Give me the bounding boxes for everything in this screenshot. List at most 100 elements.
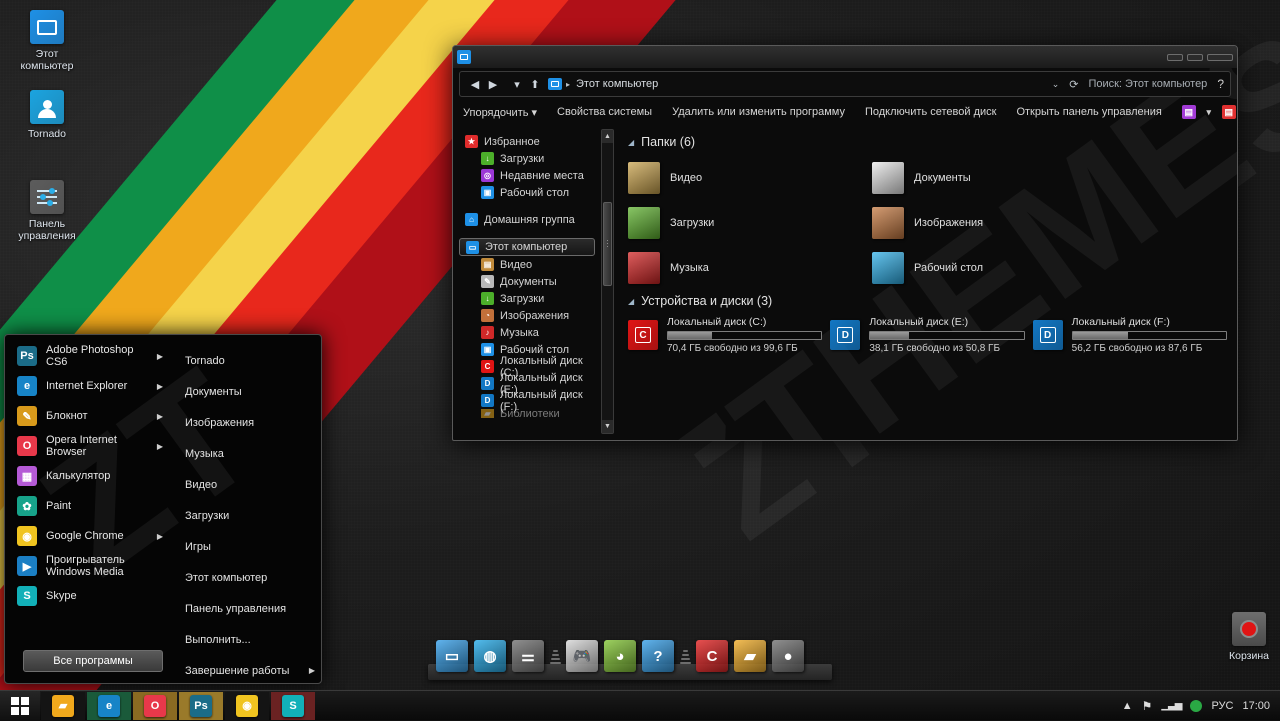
- start-menu-program-2[interactable]: ✎Блокнот▶: [5, 401, 171, 431]
- desktop-icon-user[interactable]: Tornado: [8, 90, 86, 140]
- start-menu-program-3[interactable]: OOpera Internet Browser▶: [5, 431, 171, 461]
- drive-item-1[interactable]: DЛокальный диск (E:)38,1 ГБ свободно из …: [830, 314, 1024, 354]
- start-menu-programs-list[interactable]: PsAdobe Photoshop CS6▶eInternet Explorer…: [5, 341, 171, 611]
- drive-list[interactable]: CЛокальный диск (C:)70,4 ГБ свободно из …: [628, 314, 1227, 354]
- chevron-down-icon[interactable]: ▾: [1202, 105, 1216, 119]
- start-menu-place-3[interactable]: Музыка: [181, 438, 322, 469]
- scroll-up-button[interactable]: ▲: [602, 130, 613, 143]
- start-menu-program-7[interactable]: ▶ПроигрывательWindows Media: [5, 551, 171, 581]
- start-menu-place-1[interactable]: Документы: [181, 376, 322, 407]
- navigation-pane-scrollbar[interactable]: ▲ ▼: [601, 129, 614, 434]
- dock-help-icon[interactable]: ?: [642, 640, 674, 672]
- start-menu-place-9[interactable]: Выполнить...: [181, 624, 322, 655]
- start-menu-place-0[interactable]: Tornado: [181, 345, 322, 376]
- drive-item-2[interactable]: DЛокальный диск (F:)56,2 ГБ свободно из …: [1033, 314, 1227, 354]
- start-menu-place-10[interactable]: Завершение работы▶: [181, 655, 322, 684]
- navigation-pane[interactable]: ★Избранное↓Загрузки◎Недавние места▣Рабоч…: [459, 129, 599, 434]
- maximize-button[interactable]: [1187, 54, 1203, 61]
- tree-node-16[interactable]: DЛокальный диск (F:): [459, 392, 599, 409]
- tree-node-9[interactable]: ✎Документы: [459, 273, 599, 290]
- start-menu-program-6[interactable]: ◉Google Chrome▶: [5, 521, 171, 551]
- start-button[interactable]: [0, 691, 40, 721]
- desktop-dock[interactable]: ▭◍⚌ 🎮◕? C▰●: [428, 633, 832, 680]
- drive-item-0[interactable]: CЛокальный диск (C:)70,4 ГБ свободно из …: [628, 314, 822, 354]
- tree-node-8[interactable]: ▤Видео: [459, 256, 599, 273]
- start-menu-place-2[interactable]: Изображения: [181, 407, 322, 438]
- folder-item-3[interactable]: Изображения: [872, 200, 1116, 245]
- tree-node-2[interactable]: ◎Недавние места: [459, 167, 599, 184]
- tree-node-1[interactable]: ↓Загрузки: [459, 150, 599, 167]
- up-button[interactable]: ⬆: [526, 78, 544, 91]
- preview-pane-icon[interactable]: ▤: [1222, 105, 1236, 119]
- tree-node-3[interactable]: ▣Рабочий стол: [459, 184, 599, 201]
- start-menu-program-0[interactable]: PsAdobe Photoshop CS6▶: [5, 341, 171, 371]
- tree-node-7[interactable]: ▭Этот компьютер: [459, 238, 595, 256]
- dock-globe-icon[interactable]: ◍: [474, 640, 506, 672]
- folder-item-0[interactable]: Видео: [628, 155, 872, 200]
- close-button[interactable]: [1207, 54, 1233, 61]
- tree-node-10[interactable]: ↓Загрузки: [459, 290, 599, 307]
- dock-games-icon[interactable]: ◕: [604, 640, 636, 672]
- taskbar-buttons[interactable]: ▰eOPs◉S: [40, 691, 316, 721]
- address-dropdown-icon[interactable]: ⌄: [1052, 79, 1060, 90]
- command-3[interactable]: Подключить сетевой диск: [865, 106, 996, 118]
- dock-folder-icon[interactable]: ▰: [734, 640, 766, 672]
- photoshop-taskbar-button[interactable]: Ps: [179, 692, 223, 720]
- start-menu-program-1[interactable]: eInternet Explorer▶: [5, 371, 171, 401]
- command-0[interactable]: Упорядочить ▾: [463, 106, 537, 119]
- folders-group-header[interactable]: ◢ Папки (6): [628, 135, 1227, 149]
- tree-node-12[interactable]: ♪Музыка: [459, 324, 599, 341]
- scrollbar-thumb[interactable]: [603, 202, 612, 286]
- start-menu-place-7[interactable]: Этот компьютер: [181, 562, 322, 593]
- explorer-view-tools[interactable]: ▤▾▤?: [1182, 105, 1238, 119]
- dock-gamepad-icon[interactable]: 🎮: [566, 640, 598, 672]
- collapse-triangle-icon[interactable]: ◢: [628, 138, 634, 147]
- breadcrumb-current[interactable]: Этот компьютер: [576, 78, 658, 90]
- collapse-triangle-icon[interactable]: ◢: [628, 297, 634, 306]
- dock-recycle-bin-icon[interactable]: ●: [772, 640, 804, 672]
- folder-item-2[interactable]: Загрузки: [628, 200, 872, 245]
- forward-button[interactable]: ▶: [484, 78, 502, 91]
- start-menu[interactable]: ZT PsAdobe Photoshop CS6▶eInternet Explo…: [4, 334, 322, 684]
- language-indicator[interactable]: РУС: [1211, 700, 1233, 712]
- dock-computer-icon[interactable]: ▭: [436, 640, 468, 672]
- opera-taskbar-button[interactable]: O: [133, 692, 177, 720]
- folder-item-4[interactable]: Музыка: [628, 245, 872, 290]
- ie-taskbar-button[interactable]: e: [87, 692, 131, 720]
- clock[interactable]: 17:00: [1242, 700, 1270, 712]
- help-icon[interactable]: ?: [1217, 77, 1224, 91]
- all-programs-button[interactable]: Все программы: [23, 650, 163, 672]
- start-menu-program-4[interactable]: ▦Калькулятор: [5, 461, 171, 491]
- start-menu-program-8[interactable]: SSkype: [5, 581, 171, 611]
- start-menu-place-8[interactable]: Панель управления: [181, 593, 322, 624]
- start-menu-place-4[interactable]: Видео: [181, 469, 322, 500]
- tree-node-0[interactable]: ★Избранное: [459, 133, 599, 150]
- search-input[interactable]: Поиск: Этот компьютер: [1088, 78, 1207, 90]
- start-menu-program-5[interactable]: ✿Paint: [5, 491, 171, 521]
- network-icon[interactable]: ▁▃▅: [1161, 700, 1181, 711]
- show-hidden-icons-button[interactable]: ▲: [1122, 700, 1133, 712]
- chrome-taskbar-button[interactable]: ◉: [225, 692, 269, 720]
- skype-taskbar-button[interactable]: S: [271, 692, 315, 720]
- drives-group-header[interactable]: ◢ Устройства и диски (3): [628, 294, 1227, 308]
- command-1[interactable]: Свойства системы: [557, 106, 652, 118]
- back-button[interactable]: ◀: [466, 78, 484, 91]
- tree-node-5[interactable]: ⌂Домашняя группа: [459, 211, 599, 228]
- tree-node-17[interactable]: ▰Библиотеки: [459, 409, 599, 418]
- explorer-window[interactable]: ZTHEMES.SU ◀ ▶ ▾ ⬆ ▸ Этот компьютер ⌄ ⟳ …: [452, 45, 1238, 441]
- scroll-down-button[interactable]: ▼: [602, 420, 613, 433]
- start-menu-place-6[interactable]: Игры: [181, 531, 322, 562]
- explorer-command-bar[interactable]: Упорядочить ▾ Свойства системы Удалить или…: [453, 101, 1237, 123]
- system-tray[interactable]: ▲ ⚑ ▁▃▅ РУС 17:00: [1122, 699, 1280, 713]
- explorer-titlebar[interactable]: [453, 46, 1237, 68]
- action-center-icon[interactable]: ⚑: [1142, 699, 1153, 713]
- command-2[interactable]: Удалить или изменить программу: [672, 106, 845, 118]
- desktop-icon-recycle-bin[interactable]: Корзина: [1210, 612, 1280, 662]
- window-controls[interactable]: [1167, 54, 1233, 61]
- folder-item-5[interactable]: Рабочий стол: [872, 245, 1116, 290]
- dock-settings-icon[interactable]: ⚌: [512, 640, 544, 672]
- taskbar[interactable]: ▰eOPs◉S ▲ ⚑ ▁▃▅ РУС 17:00: [0, 690, 1280, 720]
- dock-drive-c-icon[interactable]: C: [696, 640, 728, 672]
- tree-node-11[interactable]: ◔Изображения: [459, 307, 599, 324]
- folder-item-1[interactable]: Документы: [872, 155, 1116, 200]
